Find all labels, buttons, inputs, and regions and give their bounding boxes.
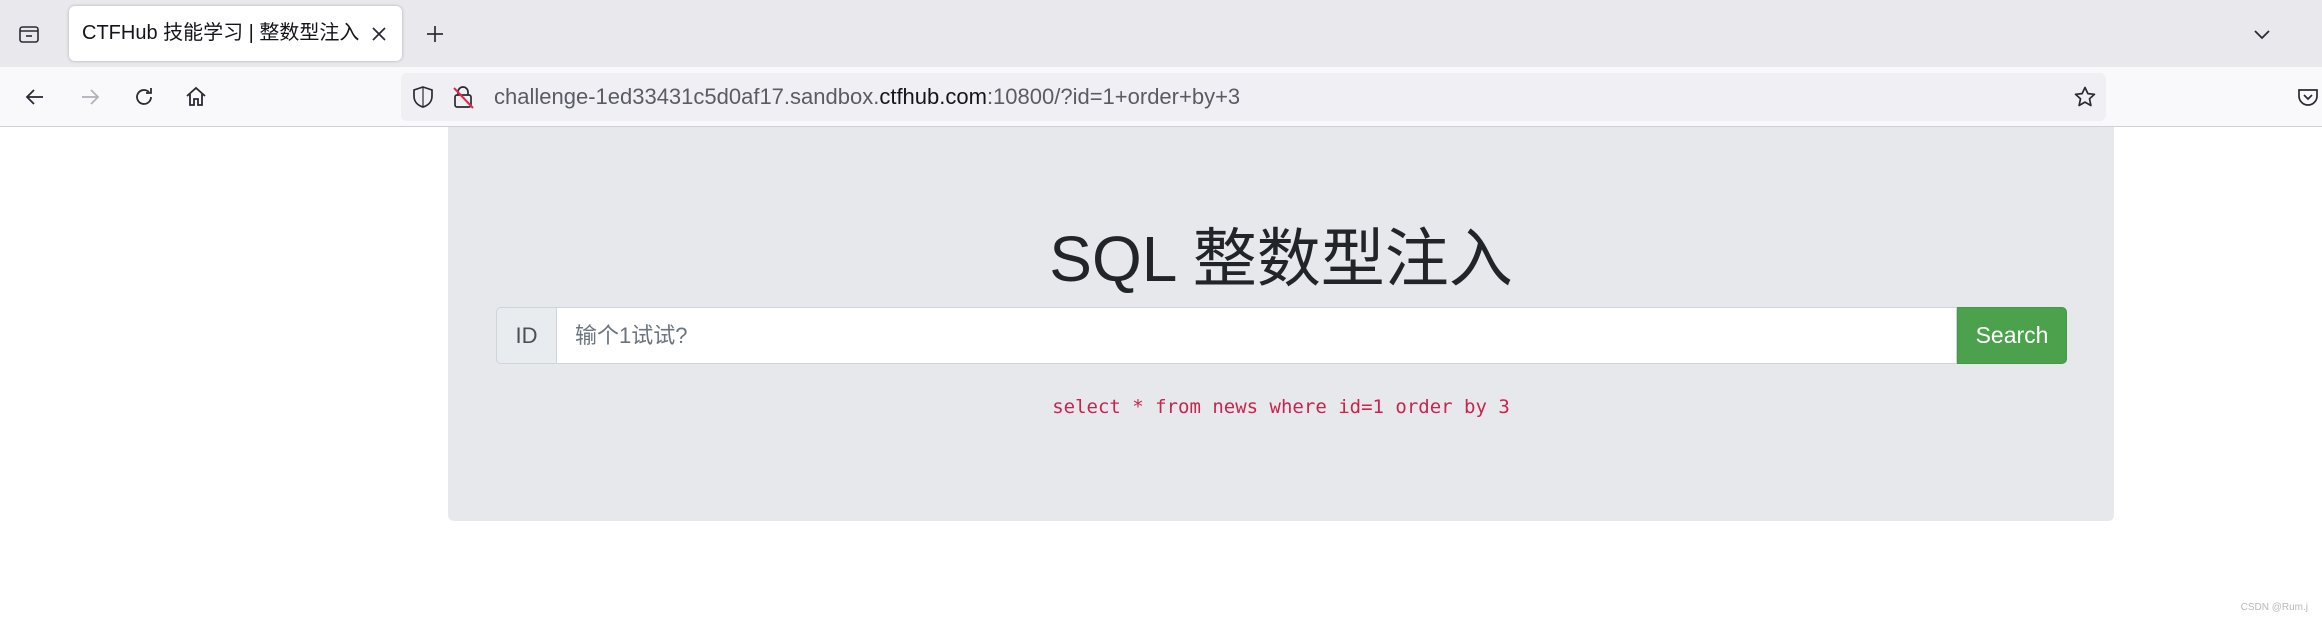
close-icon [372,27,386,41]
lock-strikethrough-icon [453,86,474,109]
tracking-protection-button[interactable] [411,85,435,109]
navigation-toolbar: challenge-1ed33431c5d0af17.sandbox.ctfhu… [0,67,2322,127]
list-all-tabs-button[interactable] [2244,16,2280,52]
url-text[interactable]: challenge-1ed33431c5d0af17.sandbox.ctfhu… [494,73,1240,121]
site-info-button[interactable] [451,85,475,109]
search-button[interactable]: Search [1957,307,2067,364]
sql-query-text: select * from news where id=1 order by 3 [1052,396,1510,418]
id-input[interactable] [556,307,1957,364]
challenge-panel: SQL 整数型注入 ID Search select * from news w… [448,127,2114,521]
new-tab-button[interactable] [417,16,453,52]
back-button[interactable] [17,79,53,115]
url-suffix: :10800/?id=1+order+by+3 [986,84,1241,109]
folder-tab-icon [19,26,39,43]
home-button[interactable] [178,79,214,115]
reload-icon [136,88,152,105]
home-icon [186,86,206,106]
star-icon [2074,86,2096,107]
address-bar[interactable]: challenge-1ed33431c5d0af17.sandbox.ctfhu… [401,73,2106,121]
chevron-down-icon [2254,30,2270,40]
forward-button[interactable] [72,79,108,115]
close-tab-button[interactable] [366,21,392,47]
pocket-icon [2298,89,2318,106]
active-tab[interactable]: CTFHub 技能学习 | 整数型注入 [69,6,402,61]
page-title: SQL 整数型注入 [1049,223,1513,295]
id-label: ID [496,307,556,364]
plus-icon [427,26,443,42]
reload-button[interactable] [126,79,162,115]
tab-strip: CTFHub 技能学习 | 整数型注入 [0,0,2322,67]
back-arrow-icon [25,89,43,105]
tab-list-button[interactable] [12,17,46,51]
pocket-button[interactable] [2290,79,2322,115]
forward-arrow-icon [82,89,100,105]
tab-title: CTFHub 技能学习 | 整数型注入 [82,22,360,44]
shield-icon [413,86,433,108]
url-domain: ctfhub.com [879,84,987,109]
bookmark-button[interactable] [2069,81,2101,113]
url-prefix: challenge-1ed33431c5d0af17.sandbox. [494,84,880,109]
watermark: CSDN @Rum.j [2240,602,2308,613]
search-form: ID Search [496,307,2067,364]
